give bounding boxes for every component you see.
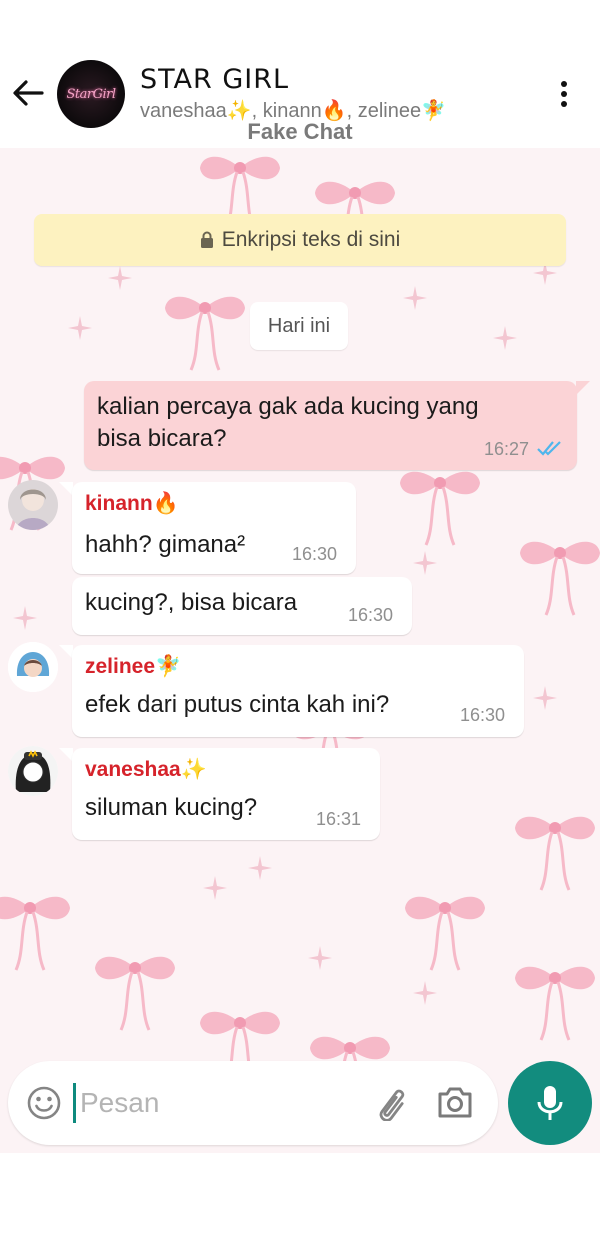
double-check-icon [537,441,561,456]
paperclip-icon [379,1089,405,1122]
message-text-line: bisa bicara? [97,425,227,452]
encryption-notice[interactable]: Enkripsi teks di sini [34,214,566,266]
message-text: hahh? gimana² [85,531,246,558]
bubble-tail [59,482,73,496]
back-arrow-icon [13,80,44,106]
group-avatar[interactable]: StarGirl [57,60,125,128]
text-cursor [73,1083,76,1123]
message-input[interactable] [80,1081,360,1125]
chat-area[interactable]: Enkripsi teks di sini Hari ini kalian pe… [0,148,600,1153]
message-incoming[interactable]: vaneshaa✨ siluman kucing? 16:31 [72,748,380,840]
group-avatar-logo: StarGirl [66,86,116,102]
message-sender: kinann🔥 [85,492,179,515]
bubble-tail [59,645,73,659]
emoji-icon [27,1086,61,1120]
more-vert-dot [561,101,567,107]
emoji-button[interactable] [26,1085,62,1121]
back-button[interactable] [10,75,46,111]
message-incoming[interactable]: kucing?, bisa bicara 16:30 [72,577,412,635]
bubble-tail [59,748,73,762]
message-time: 16:31 [316,809,362,829]
message-time: 16:30 [348,605,394,625]
chat-header: StarGirl STAR GIRL vaneshaa✨, kinann🔥, z… [0,0,600,148]
message-time: 16:30 [292,544,338,564]
message-composer[interactable] [8,1061,498,1145]
profile-picture-vaneshaa [8,746,58,796]
more-vert-icon [561,81,567,87]
avatar-kinann[interactable] [8,480,58,530]
encryption-notice-text: Enkripsi teks di sini [221,228,401,251]
message-sender: zelinee🧚 [85,655,182,678]
camera-icon [438,1087,472,1118]
more-options-button[interactable] [550,76,578,112]
mic-icon [537,1086,563,1120]
message-sender: vaneshaa✨ [85,758,207,781]
camera-button[interactable] [436,1083,476,1123]
group-title[interactable]: STAR GIRL [140,64,289,95]
avatar-zelinee[interactable] [8,642,58,692]
message-time: 16:30 [460,705,506,725]
voice-message-button[interactable] [508,1061,592,1145]
message-time: 16:27 [484,439,530,459]
fake-chat-watermark: Fake Chat [247,119,353,144]
attach-button[interactable] [372,1085,412,1122]
avatar-vaneshaa[interactable] [8,746,58,796]
lock-icon [200,231,213,248]
date-chip: Hari ini [250,302,348,350]
more-vert-dot [561,91,567,97]
profile-picture-zelinee [8,642,58,692]
profile-picture-kinann [8,480,58,530]
message-text-line: kalian percaya gak ada kucing yang [97,393,479,420]
message-incoming[interactable]: kinann🔥 hahh? gimana² 16:30 [72,482,356,574]
message-text: siluman kucing? [85,794,258,821]
message-text: efek dari putus cinta kah ini? [85,691,390,718]
message-outgoing[interactable]: kalian percaya gak ada kucing yang bisa … [84,381,577,470]
message-text: kucing?, bisa bicara [85,589,298,616]
message-incoming[interactable]: zelinee🧚 efek dari putus cinta kah ini? … [72,645,524,737]
bubble-tail [576,381,590,395]
